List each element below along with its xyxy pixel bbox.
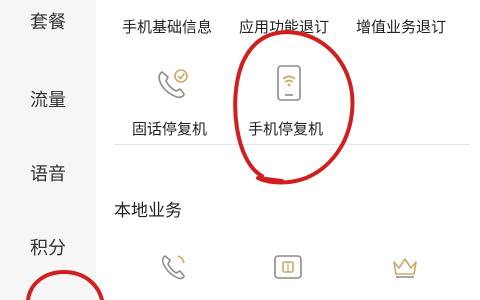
- service-landline-suspend[interactable]: 固话停复机: [132, 118, 207, 139]
- sidebar-item-package[interactable]: 套餐: [0, 8, 96, 34]
- service-app-unsubscribe[interactable]: 应用功能退订: [239, 16, 329, 37]
- sidebar-item-label: 套餐: [30, 12, 66, 33]
- phone-handset-icon[interactable]: [158, 252, 188, 282]
- service-label: 手机停复机: [248, 120, 324, 138]
- sidebar-item-voice[interactable]: 语音: [0, 160, 96, 186]
- section-title: 本地业务: [114, 201, 182, 221]
- sidebar-item-points[interactable]: 积分: [0, 234, 96, 260]
- service-label: 应用功能退订: [239, 18, 330, 36]
- category-sidebar: 套餐 流量 语音 积分: [0, 0, 96, 300]
- sidebar-item-label: 流量: [30, 90, 66, 111]
- sidebar-item-data[interactable]: 流量: [0, 86, 96, 112]
- service-value-added-unsubscribe[interactable]: 增值业务退订: [356, 16, 446, 37]
- crown-icon[interactable]: [390, 254, 420, 280]
- service-label: 固话停复机: [132, 120, 208, 138]
- sim-card-icon[interactable]: [272, 252, 304, 282]
- service-mobile-suspend[interactable]: 手机停复机: [248, 118, 323, 139]
- sidebar-item-label: 积分: [30, 238, 66, 259]
- service-label: 增值业务退订: [356, 18, 447, 36]
- sidebar-item-label: 语音: [30, 164, 66, 185]
- landline-check-icon: [158, 69, 188, 99]
- service-basic-info[interactable]: 手机基础信息: [122, 16, 212, 37]
- service-label: 手机基础信息: [122, 18, 213, 36]
- mobile-signal-icon: [277, 65, 301, 101]
- section-divider: [114, 144, 470, 145]
